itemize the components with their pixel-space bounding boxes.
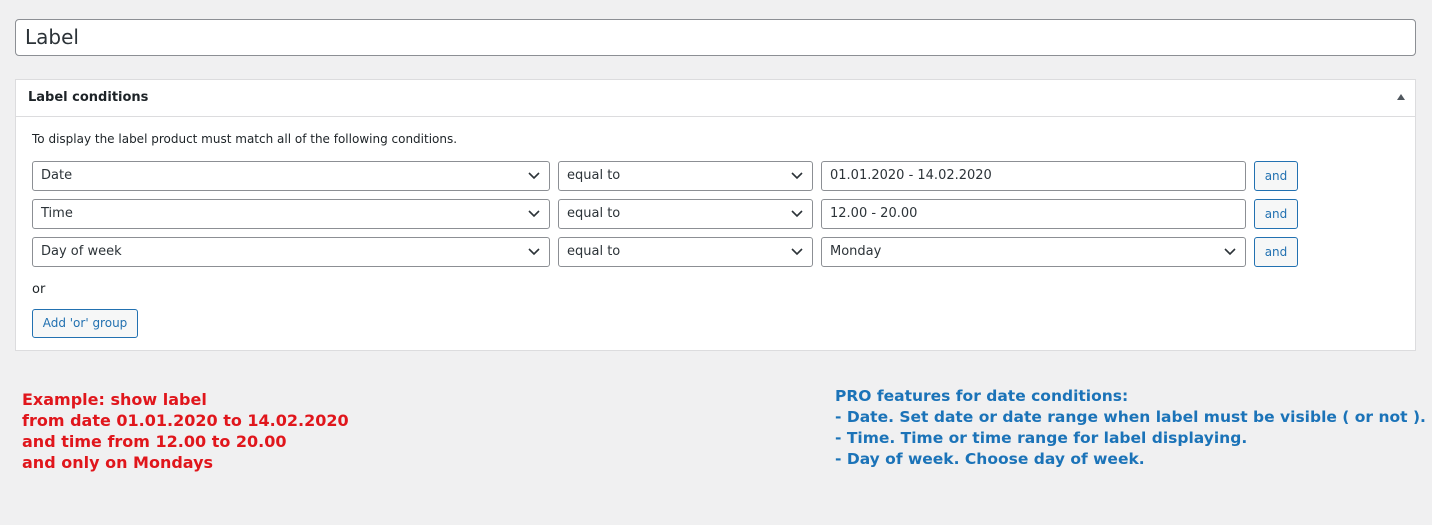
- condition-field-value: Time: [41, 206, 73, 221]
- box-header[interactable]: Label conditions: [16, 80, 1415, 117]
- condition-row: Date equal to 01.01.2020 - 14.02.2020 an…: [32, 161, 1302, 191]
- condition-field-select[interactable]: Time: [32, 199, 550, 229]
- collapse-arrow-icon[interactable]: [1397, 94, 1405, 100]
- example-note: Example: show label from date 01.01.2020…: [22, 389, 349, 473]
- and-button[interactable]: and: [1254, 237, 1298, 267]
- chevron-down-icon: [528, 210, 540, 218]
- condition-operator-select[interactable]: equal to: [558, 199, 813, 229]
- condition-value-input[interactable]: 12.00 - 20.00: [821, 199, 1246, 229]
- pro-line: PRO features for date conditions:: [835, 387, 1129, 405]
- chevron-down-icon: [1224, 248, 1236, 256]
- condition-field-select[interactable]: Day of week: [32, 237, 550, 267]
- box-title: Label conditions: [28, 90, 149, 105]
- condition-operator-select[interactable]: equal to: [558, 161, 813, 191]
- condition-row: Day of week equal to Monday and: [32, 237, 1302, 267]
- or-label: or: [32, 282, 46, 297]
- condition-field-select[interactable]: Date: [32, 161, 550, 191]
- label-conditions-box: Label conditions To display the label pr…: [15, 79, 1416, 351]
- pro-features-note: PRO features for date conditions: - Date…: [835, 386, 1426, 470]
- and-button[interactable]: and: [1254, 161, 1298, 191]
- chevron-down-icon: [791, 248, 803, 256]
- chevron-down-icon: [791, 210, 803, 218]
- condition-operator-select[interactable]: equal to: [558, 237, 813, 267]
- example-line: and only on Mondays: [22, 453, 214, 472]
- condition-field-value: Date: [41, 168, 73, 183]
- pro-line: - Date. Set date or date range when labe…: [835, 408, 1426, 426]
- condition-row: Time equal to 12.00 - 20.00 and: [32, 199, 1302, 229]
- example-line: Example: show label: [22, 390, 207, 409]
- chevron-down-icon: [791, 172, 803, 180]
- condition-operator-value: equal to: [567, 244, 621, 259]
- pro-line: - Day of week. Choose day of week.: [835, 450, 1145, 468]
- label-title-input[interactable]: Label: [15, 19, 1416, 56]
- add-or-group-button[interactable]: Add 'or' group: [32, 309, 138, 338]
- condition-value-input[interactable]: 01.01.2020 - 14.02.2020: [821, 161, 1246, 191]
- condition-operator-value: equal to: [567, 168, 621, 183]
- condition-value-selected: Monday: [830, 244, 882, 259]
- condition-value-select[interactable]: Monday: [821, 237, 1246, 267]
- example-line: from date 01.01.2020 to 14.02.2020: [22, 411, 349, 430]
- chevron-down-icon: [528, 248, 540, 256]
- and-button[interactable]: and: [1254, 199, 1298, 229]
- condition-operator-value: equal to: [567, 206, 621, 221]
- condition-field-value: Day of week: [41, 244, 122, 259]
- pro-line: - Time. Time or time range for label dis…: [835, 429, 1248, 447]
- example-line: and time from 12.00 to 20.00: [22, 432, 287, 451]
- conditions-intro: To display the label product must match …: [32, 132, 458, 146]
- chevron-down-icon: [528, 172, 540, 180]
